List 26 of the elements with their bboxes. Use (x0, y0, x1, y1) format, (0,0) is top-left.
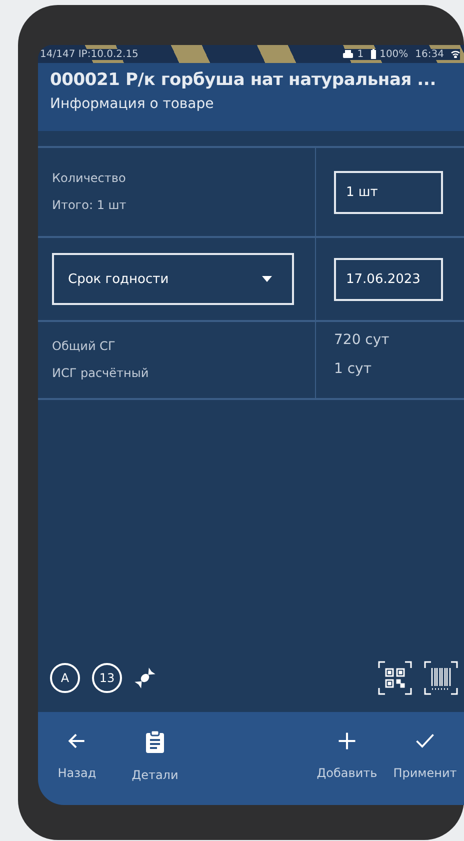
barcode-scan-icon[interactable] (424, 661, 458, 695)
field-label: ИСГ расчётный (52, 365, 150, 382)
nav-button[interactable]: Детали (116, 722, 194, 798)
field-value: 1 сут (334, 360, 372, 379)
total-text: Итого: 1 шт (52, 197, 128, 214)
clipboard-icon (145, 730, 165, 754)
field-value: 720 сут (334, 331, 390, 350)
expiry-type-dropdown[interactable]: Срок годности (52, 253, 294, 305)
circle-badge[interactable]: 13 (92, 663, 122, 693)
quantity-field[interactable]: 1 шт (334, 170, 443, 214)
caret-icon (262, 276, 272, 282)
field-label: Количество (52, 170, 127, 187)
plus-icon (336, 730, 358, 752)
nav-button[interactable]: Применит (386, 722, 464, 798)
nav-button[interactable]: Добавить (308, 722, 386, 798)
candy-icon[interactable] (134, 667, 156, 689)
screen-subtitle: Информация о товаре (50, 95, 215, 114)
printer-icon (343, 50, 354, 58)
product-title: 000021 Р/к горбуша нат натуральная ... (50, 69, 437, 92)
battery-icon (370, 49, 376, 59)
field-label: Общий СГ (52, 338, 116, 355)
date-field[interactable]: 17.06.2023 (334, 258, 443, 300)
qr-scan-icon[interactable] (378, 661, 412, 695)
nav-button[interactable]: Назад (38, 722, 116, 798)
circle-badge[interactable]: A (50, 663, 80, 693)
wifi-icon (451, 50, 460, 58)
